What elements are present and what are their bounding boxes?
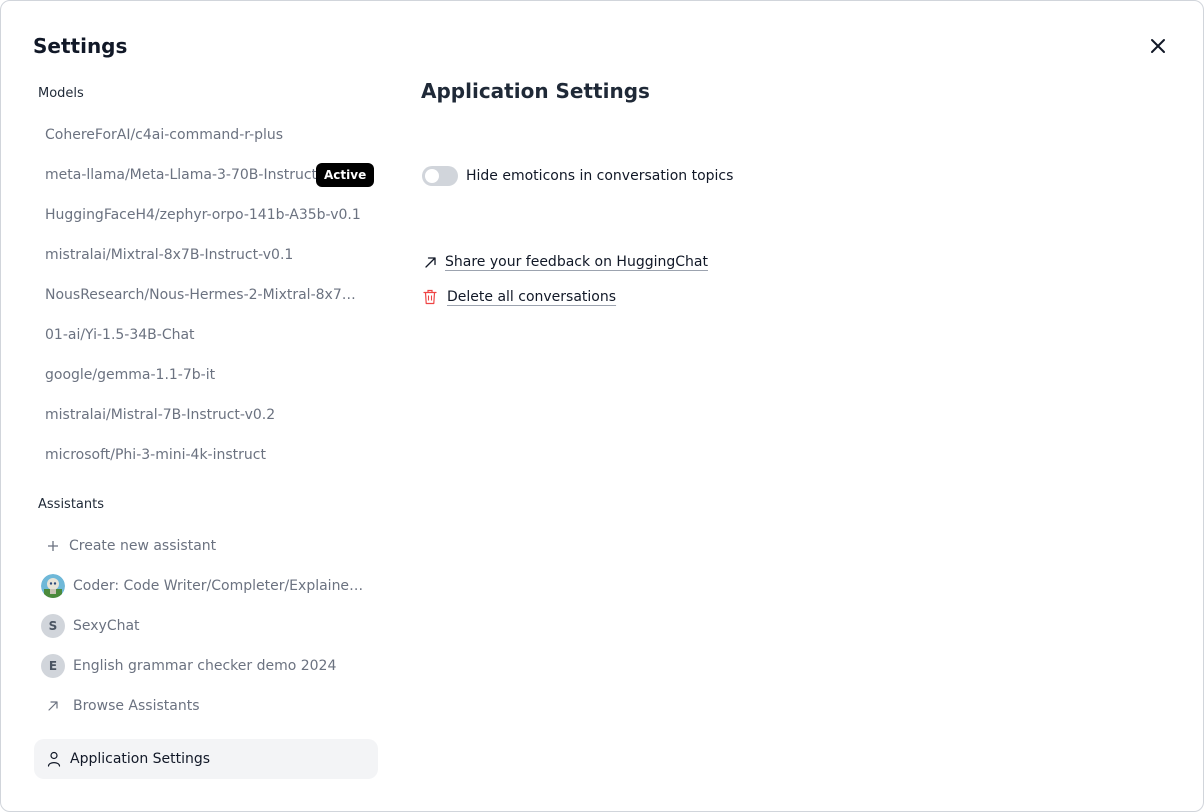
assistants-section-label: Assistants [38,497,104,512]
model-item-label: microsoft/Phi-3-mini-4k-instruct [45,447,266,463]
settings-modal: Settings Models CohereForAI/c4ai-command… [0,0,1204,812]
model-item[interactable]: 01-ai/Yi-1.5-34B-Chat [33,317,379,353]
delete-conversations-label: Delete all conversations [447,289,617,305]
model-item[interactable]: CohereForAI/c4ai-command-r-plus [33,117,379,153]
page-title: Application Settings [421,79,650,103]
assistant-avatar [41,574,65,598]
model-item-label: HuggingFaceH4/zephyr-orpo-141b-A35b-v0.1 [45,207,361,223]
assistant-item-sexychat[interactable]: S SexyChat [33,608,379,644]
model-item-active[interactable]: meta-llama/Meta-Llama-3-70B-Instruct Act… [33,157,379,193]
model-item-label: mistralai/Mistral-7B-Instruct-v0.2 [45,407,276,423]
model-item-label: NousResearch/Nous-Hermes-2-Mixtral-8x7B-… [45,287,363,303]
arrow-up-right-icon [41,694,65,718]
arrow-up-right-icon [422,250,438,274]
feedback-link[interactable]: Share your feedback on HuggingChat [421,251,708,273]
trash-icon [422,285,438,309]
settings-title: Settings [33,34,128,58]
assistant-item-grammar-checker[interactable]: E English grammar checker demo 2024 [33,648,379,684]
assistant-avatar: S [41,614,65,638]
plus-icon [43,534,63,558]
model-item-label: CohereForAI/c4ai-command-r-plus [45,127,284,143]
toggle-knob [425,169,439,183]
model-item-label: 01-ai/Yi-1.5-34B-Chat [45,327,195,343]
model-item-label: meta-llama/Meta-Llama-3-70B-Instruct [45,167,318,183]
model-item[interactable]: microsoft/Phi-3-mini-4k-instruct [33,437,379,473]
hide-emoticons-label: Hide emoticons in conversation topics [466,168,734,184]
assistant-item-label: SexyChat [73,618,140,634]
model-item[interactable]: mistralai/Mixtral-8x7B-Instruct-v0.1 [33,237,379,273]
model-item-label: mistralai/Mixtral-8x7B-Instruct-v0.1 [45,247,294,263]
create-assistant-button[interactable]: Create new assistant [33,528,379,564]
assistant-item-label: English grammar checker demo 2024 [73,658,337,674]
assistant-avatar: E [41,654,65,678]
feedback-link-label: Share your feedback on HuggingChat [445,254,708,270]
model-item[interactable]: google/gemma-1.1-7b-it [33,357,379,393]
browse-assistants-label: Browse Assistants [73,698,200,714]
hide-emoticons-toggle[interactable] [422,166,458,186]
close-button[interactable] [1146,34,1170,58]
user-icon [46,747,62,771]
model-item[interactable]: NousResearch/Nous-Hermes-2-Mixtral-8x7B-… [33,277,379,313]
models-section-label: Models [38,86,84,101]
hide-emoticons-setting[interactable]: Hide emoticons in conversation topics [421,165,733,187]
active-badge: Active [316,163,375,187]
model-item[interactable]: mistralai/Mistral-7B-Instruct-v0.2 [33,397,379,433]
assistant-item-label: Coder: Code Writer/Completer/Explainer/D… [73,578,367,594]
application-settings-label: Application Settings [70,751,211,767]
close-icon [1151,39,1165,53]
sidebar-item-application-settings[interactable]: Application Settings [34,739,378,779]
create-assistant-label: Create new assistant [69,538,217,554]
assistant-item-coder[interactable]: Coder: Code Writer/Completer/Explainer/D… [33,568,379,604]
model-item[interactable]: HuggingFaceH4/zephyr-orpo-141b-A35b-v0.1 [33,197,379,233]
model-item-label: google/gemma-1.1-7b-it [45,367,216,383]
delete-conversations-button[interactable]: Delete all conversations [421,286,616,308]
browse-assistants-link[interactable]: Browse Assistants [33,688,379,724]
